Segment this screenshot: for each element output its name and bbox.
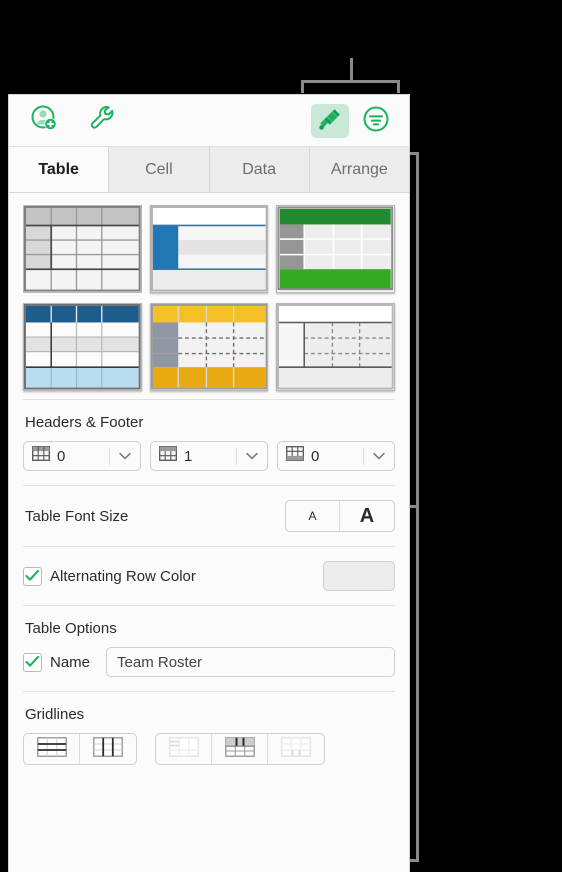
footer-rows-value: 0 [311, 447, 320, 465]
inspector-toolbar [9, 95, 409, 147]
format-inspector-panel: Table Cell Data Arrange Headers & Footer… [8, 94, 410, 872]
increase-font-size-button[interactable]: A [340, 501, 394, 531]
paint-brush-icon [317, 106, 343, 137]
organize-button[interactable] [357, 104, 395, 138]
callout-top-bar [301, 80, 400, 83]
callout-top-tick-right [397, 80, 400, 93]
table-style-plain-dashed[interactable] [276, 303, 395, 391]
table-style-navy-blue[interactable] [23, 303, 142, 391]
tab-table[interactable]: Table [9, 147, 110, 192]
format-button[interactable] [311, 104, 349, 138]
header-rows-popup[interactable]: 1 [150, 441, 268, 471]
tab-data[interactable]: Data [209, 147, 310, 192]
grid-vertical-icon [93, 736, 123, 762]
header-grid-horizontal-icon [168, 736, 199, 762]
callout-top-tick-left [301, 80, 304, 93]
table-style-gray-basic[interactable] [21, 203, 144, 295]
gridlines-header-footer-group [155, 733, 325, 765]
inspector-tabs: Table Cell Data Arrange [9, 147, 409, 193]
table-style-thumb-image [24, 304, 141, 390]
table-style-blue-sidebar[interactable] [149, 205, 269, 293]
table-style-thumb-image [150, 206, 268, 292]
chevron-down-icon[interactable] [110, 452, 140, 460]
organize-filter-icon [362, 105, 390, 138]
gridlines-body-group [23, 733, 137, 765]
table-styles-grid [9, 193, 409, 399]
add-person-button[interactable] [25, 104, 63, 138]
chevron-down-icon[interactable] [237, 452, 267, 460]
footer-rows-popup[interactable]: 0 [277, 441, 395, 471]
header-gridlines-vertical-button[interactable] [212, 734, 268, 764]
tab-cell[interactable]: Cell [109, 147, 210, 192]
headers-footer-section: Headers & Footer 0 1 0 [9, 400, 409, 485]
table-name-input[interactable]: Team Roster [106, 647, 395, 677]
footer-rows-icon [286, 446, 304, 466]
chevron-down-icon[interactable] [364, 452, 394, 460]
gridlines-vertical-button[interactable] [80, 734, 136, 764]
header-grid-vertical-icon [224, 736, 255, 762]
font-size-segmented-control: A A [285, 500, 395, 532]
header-columns-value: 0 [57, 447, 66, 465]
add-person-icon [30, 104, 58, 137]
headers-footer-title: Headers & Footer [25, 414, 144, 431]
footer-grid-icon [281, 736, 311, 762]
header-columns-icon [32, 446, 50, 466]
alternating-row-color-label: Alternating Row Color [50, 567, 196, 585]
gridlines-horizontal-button[interactable] [24, 734, 80, 764]
table-options-title: Table Options [25, 620, 117, 637]
checkmark-icon [25, 570, 40, 581]
header-rows-icon [159, 446, 177, 466]
header-rows-value: 1 [184, 447, 193, 465]
table-font-size-label: Table Font Size [25, 507, 129, 525]
grid-horizontal-icon [36, 736, 67, 762]
footer-gridlines-button[interactable] [268, 734, 324, 764]
table-style-thumb-image [277, 206, 394, 292]
gridlines-title: Gridlines [25, 706, 85, 723]
checkmark-icon [25, 656, 40, 667]
alternating-row-color-swatch[interactable] [323, 561, 395, 591]
wrench-icon [88, 104, 116, 137]
table-name-label: Name [50, 653, 91, 671]
gridlines-section: Gridlines [9, 692, 409, 779]
table-style-thumb-image [150, 304, 268, 390]
table-font-size-section: Table Font Size A A [9, 486, 409, 546]
decrease-font-size-button[interactable]: A [286, 501, 340, 531]
table-options-section: Table Options Name Team Roster [9, 606, 409, 691]
table-style-thumb-image [277, 304, 394, 390]
tools-button[interactable] [83, 104, 121, 138]
table-name-checkbox[interactable] [23, 652, 42, 672]
alternating-row-color-section: Alternating Row Color [9, 547, 409, 605]
header-columns-popup[interactable]: 0 [23, 441, 141, 471]
table-style-green-banded[interactable] [276, 205, 395, 293]
header-gridlines-horizontal-button[interactable] [156, 734, 212, 764]
callout-top-stem [350, 58, 353, 82]
alternating-row-color-checkbox[interactable] [23, 566, 42, 586]
tab-arrange[interactable]: Arrange [309, 147, 409, 192]
table-style-thumb-image [24, 206, 141, 292]
table-style-yellow-dashed[interactable] [149, 303, 269, 391]
